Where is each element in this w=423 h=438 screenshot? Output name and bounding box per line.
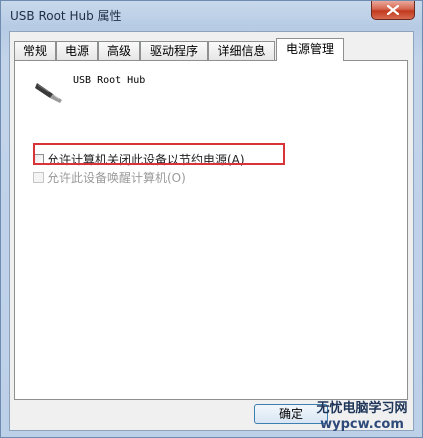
watermark-url: wypcw.com	[320, 417, 404, 432]
highlight-box	[33, 143, 285, 165]
tab-general[interactable]: 常规	[14, 41, 56, 60]
tab-power-management[interactable]: 电源管理	[276, 38, 344, 61]
usb-plug-icon	[35, 83, 62, 103]
allow-wake-checkbox	[33, 172, 44, 183]
close-button[interactable]	[371, 1, 415, 20]
dialog-client-area: 常规 电源 高级 驱动程序 详细信息 电源管理 USB Root Hub 允许计…	[9, 31, 414, 431]
close-icon	[387, 5, 399, 15]
power-management-panel: USB Root Hub 允许计算机关闭此设备以节约电源(A) 允许此设备唤醒计…	[14, 60, 408, 400]
allow-wake-label: 允许此设备唤醒计算机(O)	[47, 171, 186, 185]
tab-advanced[interactable]: 高级	[98, 41, 140, 60]
device-name: USB Root Hub	[73, 75, 146, 86]
allow-wake-option: 允许此设备唤醒计算机(O)	[33, 169, 186, 185]
tab-driver[interactable]: 驱动程序	[140, 41, 208, 60]
properties-dialog: USB Root Hub 属性 常规 电源 高级 驱动程序 详细信息 电源管理 …	[0, 0, 423, 438]
title-bar[interactable]: USB Root Hub 属性	[1, 1, 422, 31]
watermark-title: 无忧电脑学习网	[316, 401, 408, 416]
site-watermark: 无忧电脑学习网 wypcw.com	[306, 401, 418, 437]
window-title: USB Root Hub 属性	[10, 9, 122, 23]
tab-power[interactable]: 电源	[56, 41, 98, 60]
tab-details[interactable]: 详细信息	[208, 41, 275, 60]
